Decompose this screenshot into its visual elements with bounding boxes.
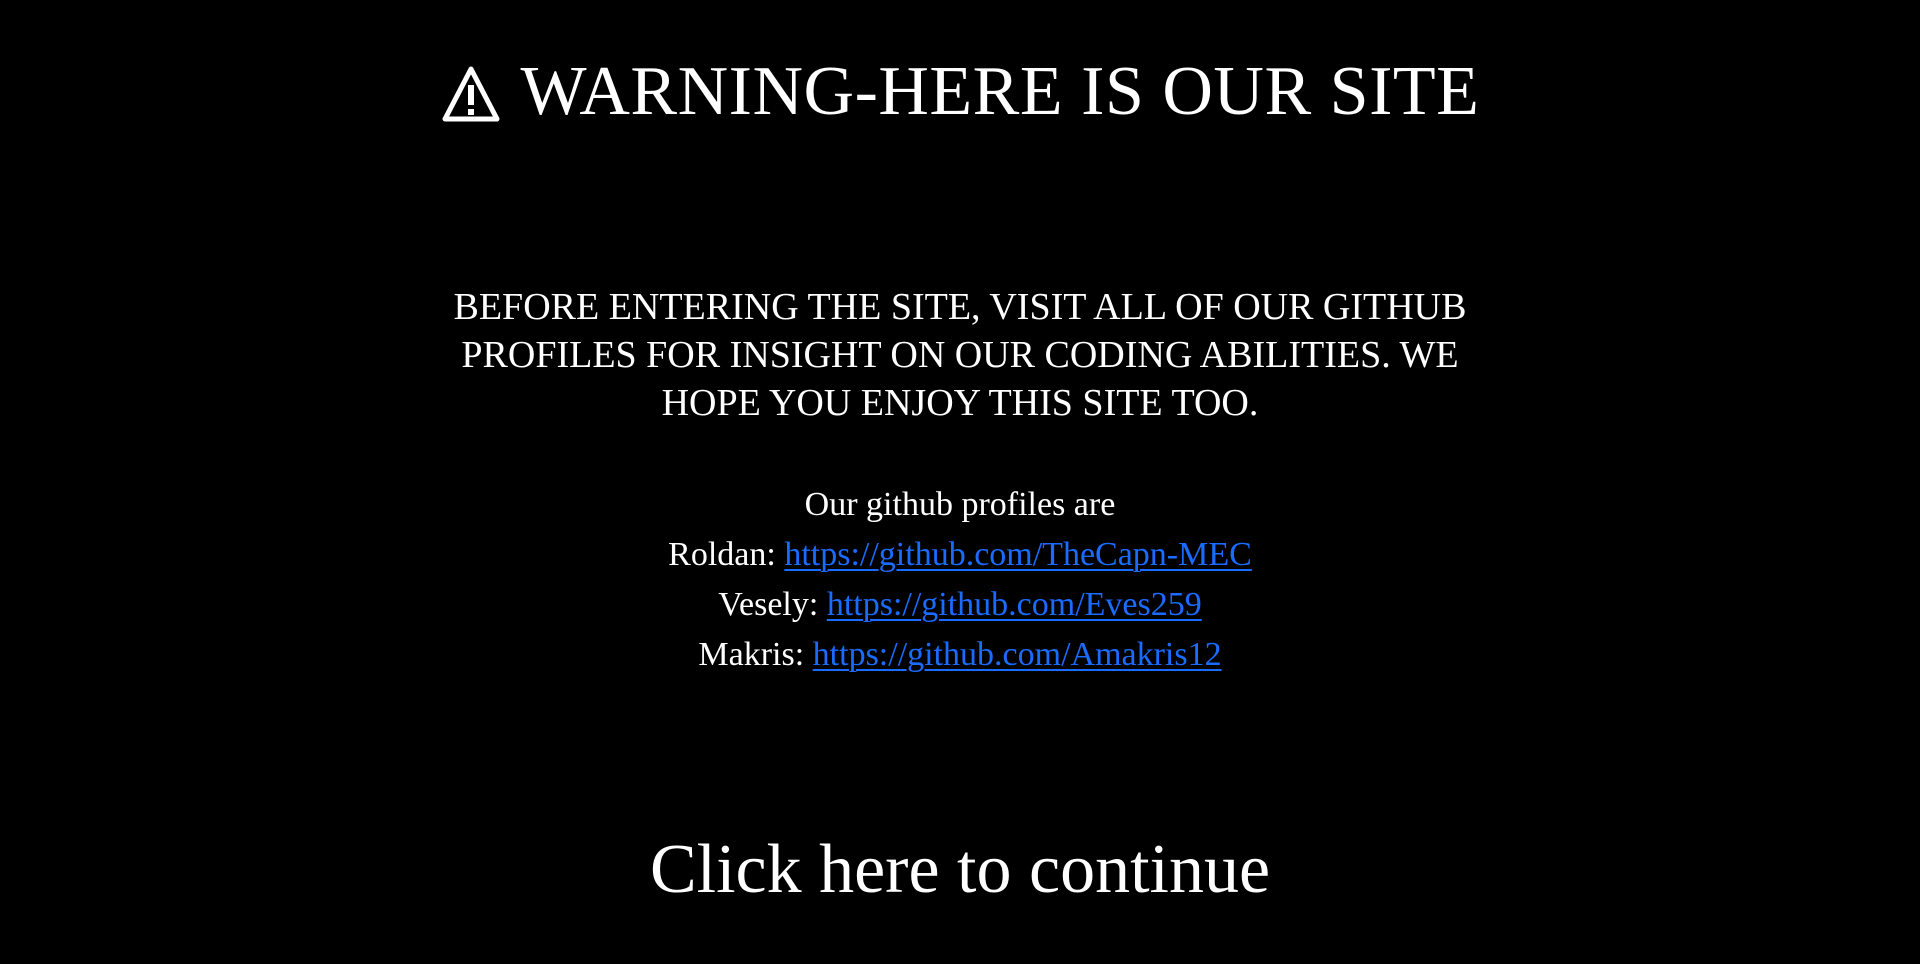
profile-row-vesely: Vesely: https://github.com/Eves259: [0, 580, 1920, 630]
warning-triangle-icon: [441, 61, 501, 122]
profile-row-roldan: Roldan: https://github.com/TheCapn-MEC: [0, 530, 1920, 580]
page-title: WARNING-HERE IS OUR SITE: [441, 52, 1480, 132]
profile-link-vesely[interactable]: https://github.com/Eves259: [827, 586, 1202, 623]
github-profiles: Our github profiles are Roldan: https://…: [0, 480, 1920, 680]
page: WARNING-HERE IS OUR SITE BEFORE ENTERING…: [0, 0, 1920, 964]
profiles-heading: Our github profiles are: [804, 486, 1116, 523]
profile-row-makris: Makris: https://github.com/Amakris12: [0, 630, 1920, 680]
profile-link-roldan[interactable]: https://github.com/TheCapn-MEC: [784, 536, 1251, 573]
profile-link-makris[interactable]: https://github.com/Amakris12: [813, 636, 1222, 673]
profile-name: Makris:: [698, 636, 805, 673]
page-header: WARNING-HERE IS OUR SITE: [0, 52, 1920, 132]
profile-name: Roldan:: [668, 536, 776, 573]
intro-text: BEFORE ENTERING THE SITE, VISIT ALL OF O…: [453, 286, 1467, 424]
profile-name: Vesely:: [718, 586, 819, 623]
page-title-text: WARNING-HERE IS OUR SITE: [520, 53, 1480, 130]
continue-link[interactable]: Click here to continue: [0, 830, 1920, 910]
